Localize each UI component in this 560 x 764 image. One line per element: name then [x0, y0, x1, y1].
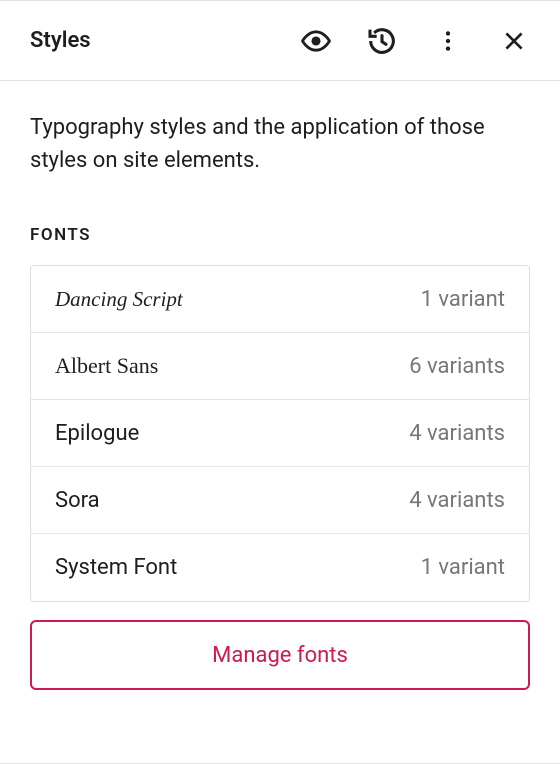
styles-panel: Styles [0, 0, 560, 764]
close-button[interactable] [496, 23, 532, 59]
font-item[interactable]: Epilogue 4 variants [31, 400, 529, 467]
font-variants: 1 variant [421, 287, 505, 312]
font-variants: 4 variants [409, 421, 505, 446]
font-variants: 6 variants [409, 354, 505, 379]
panel-title: Styles [30, 28, 298, 53]
panel-body: Typography styles and the application of… [0, 81, 560, 690]
fonts-section-label: Fonts [30, 225, 530, 245]
font-name: Sora [55, 488, 100, 513]
manage-fonts-button[interactable]: Manage fonts [30, 620, 530, 690]
font-list: Dancing Script 1 variant Albert Sans 6 v… [30, 265, 530, 602]
header-actions [298, 23, 532, 59]
close-icon [501, 28, 527, 54]
font-name: Epilogue [55, 421, 139, 446]
typography-description: Typography styles and the application of… [30, 111, 530, 177]
font-name: System Font [55, 555, 177, 580]
more-vertical-icon [435, 28, 461, 54]
font-name: Dancing Script [55, 287, 183, 312]
font-item[interactable]: Sora 4 variants [31, 467, 529, 534]
style-book-button[interactable] [298, 23, 334, 59]
font-name: Albert Sans [55, 353, 158, 379]
font-variants: 4 variants [409, 488, 505, 513]
font-item[interactable]: System Font 1 variant [31, 534, 529, 601]
panel-header: Styles [0, 1, 560, 81]
font-item[interactable]: Albert Sans 6 variants [31, 333, 529, 400]
eye-icon [299, 24, 333, 58]
revisions-button[interactable] [364, 23, 400, 59]
font-item[interactable]: Dancing Script 1 variant [31, 266, 529, 333]
font-variants: 1 variant [421, 555, 505, 580]
history-icon [366, 25, 398, 57]
more-menu-button[interactable] [430, 23, 466, 59]
